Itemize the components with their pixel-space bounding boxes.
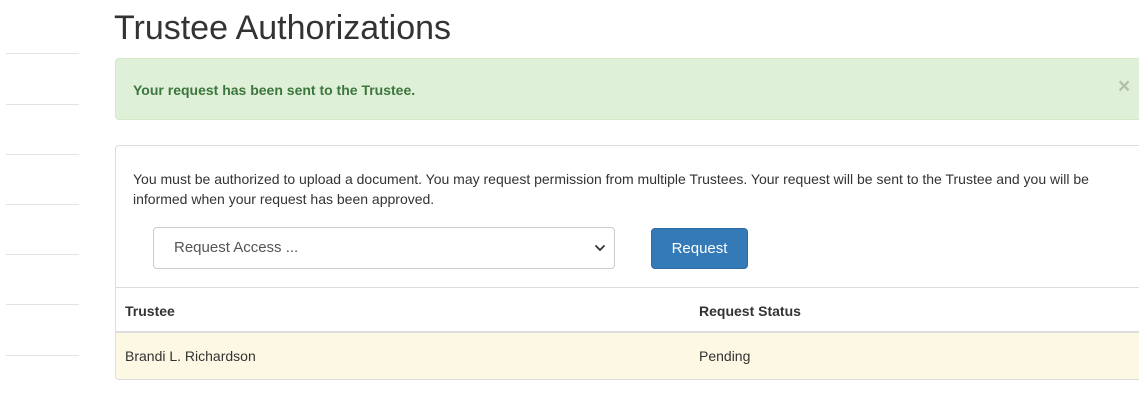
table-row: Brandi L. Richardson Pending <box>116 333 1139 379</box>
left-sidebar <box>0 0 80 404</box>
sidebar-divider <box>6 355 79 356</box>
sidebar-divider <box>6 53 79 54</box>
request-access-selected-value: Request Access ... <box>174 239 299 256</box>
close-icon[interactable]: × <box>1118 75 1130 99</box>
chevron-down-icon <box>595 245 605 251</box>
sidebar-divider <box>6 304 79 305</box>
sidebar-divider <box>6 254 79 255</box>
request-button[interactable]: Request <box>651 228 748 269</box>
request-status-cell: Pending <box>699 348 751 364</box>
page-title: Trustee Authorizations <box>114 9 452 47</box>
sidebar-divider <box>6 204 79 205</box>
table-header-row: Trustee Request Status <box>116 287 1139 333</box>
sidebar-divider <box>6 154 79 155</box>
success-alert-message: Your request has been sent to the Truste… <box>133 82 416 98</box>
success-alert: Your request has been sent to the Truste… <box>115 58 1139 120</box>
request-access-panel: You must be authorized to upload a docum… <box>115 145 1139 380</box>
trustee-name-cell: Brandi L. Richardson <box>125 348 256 364</box>
column-header-request-status: Request Status <box>699 303 801 319</box>
sidebar-divider <box>6 104 79 105</box>
authorization-instructions: You must be authorized to upload a docum… <box>133 171 1089 207</box>
request-access-select[interactable]: Request Access ... <box>153 227 615 269</box>
column-header-trustee: Trustee <box>125 303 175 319</box>
